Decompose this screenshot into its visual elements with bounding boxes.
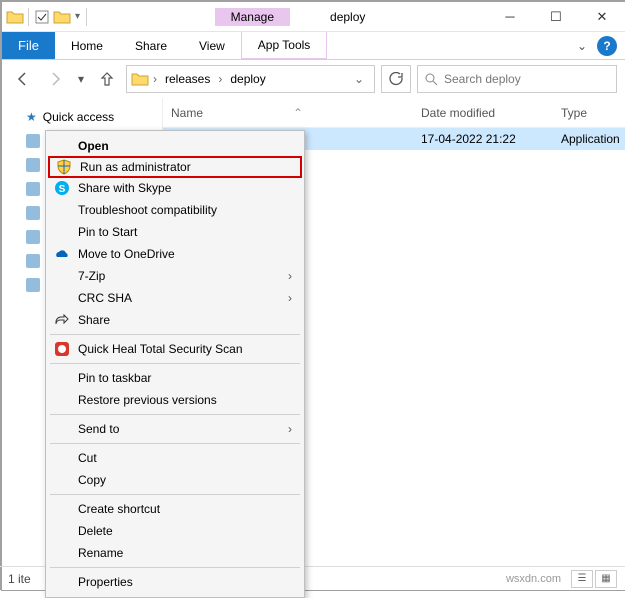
menu-run-as-admin[interactable]: Run as administrator: [48, 156, 302, 178]
menu-pin-start[interactable]: Pin to Start: [48, 221, 302, 243]
window-title: deploy: [330, 10, 365, 24]
menu-troubleshoot[interactable]: Troubleshoot compatibility: [48, 199, 302, 221]
share-icon: [54, 312, 70, 328]
menu-rename[interactable]: Rename: [48, 542, 302, 564]
sidebar-item-label: Quick access: [43, 110, 114, 124]
share-tab[interactable]: Share: [119, 32, 183, 59]
folder-icon: [131, 70, 149, 88]
menu-open[interactable]: Open: [48, 135, 302, 157]
chevron-right-icon[interactable]: ›: [216, 72, 224, 86]
submenu-arrow-icon: ›: [288, 269, 292, 283]
drive-icon: [26, 278, 40, 292]
menu-move-onedrive[interactable]: Move to OneDrive: [48, 243, 302, 265]
status-item-count: 1 ite: [8, 572, 31, 586]
menu-share[interactable]: Share: [48, 309, 302, 331]
collapse-ribbon-icon[interactable]: ⌄: [571, 32, 593, 59]
details-view-button[interactable]: ☰: [571, 570, 593, 588]
minimize-button[interactable]: ─: [487, 2, 533, 31]
forward-button[interactable]: [42, 66, 68, 92]
column-type[interactable]: Type: [561, 106, 587, 120]
menu-quickheal[interactable]: Quick Heal Total Security Scan: [48, 338, 302, 360]
column-date[interactable]: Date modified: [421, 106, 561, 120]
menu-7zip[interactable]: 7-Zip›: [48, 265, 302, 287]
quick-access-toolbar: ▾: [2, 2, 93, 31]
onedrive-icon: [54, 246, 70, 262]
drive-icon: [26, 182, 40, 196]
help-button[interactable]: ?: [597, 36, 617, 56]
menu-copy[interactable]: Copy: [48, 469, 302, 491]
view-tab[interactable]: View: [183, 32, 241, 59]
search-box[interactable]: Search deploy: [417, 65, 617, 93]
title-bar: ▾ Manage deploy ─ ☐ ✕: [2, 2, 625, 32]
maximize-button[interactable]: ☐: [533, 2, 579, 31]
shield-icon: [56, 159, 72, 175]
skype-icon: S: [54, 180, 70, 196]
separator: [86, 8, 87, 26]
folder-icon: [53, 8, 71, 26]
breadcrumb-item[interactable]: releases: [161, 72, 214, 86]
quickheal-icon: [54, 341, 70, 357]
menu-crc-sha[interactable]: CRC SHA›: [48, 287, 302, 309]
address-bar[interactable]: › releases › deploy ⌄: [126, 65, 375, 93]
drive-icon: [26, 230, 40, 244]
address-dropdown-icon[interactable]: ⌄: [348, 72, 370, 86]
qat-dropdown-icon[interactable]: ▾: [73, 11, 82, 22]
ribbon-tabs: File Home Share View App Tools ⌄ ?: [2, 32, 625, 60]
file-type-cell: Application: [561, 132, 620, 146]
recent-locations-button[interactable]: ▾: [74, 66, 88, 92]
title-center: Manage deploy: [93, 2, 487, 31]
column-name[interactable]: Name⌃: [171, 106, 421, 120]
menu-share-skype[interactable]: S Share with Skype: [48, 177, 302, 199]
file-tab[interactable]: File: [2, 32, 55, 59]
submenu-arrow-icon: ›: [288, 422, 292, 436]
menu-create-shortcut[interactable]: Create shortcut: [48, 498, 302, 520]
drive-icon: [26, 158, 40, 172]
drive-icon: [26, 134, 40, 148]
search-placeholder: Search deploy: [444, 72, 521, 86]
context-menu: Open Run as administrator S Share with S…: [45, 130, 305, 598]
menu-pin-taskbar[interactable]: Pin to taskbar: [48, 367, 302, 389]
back-button[interactable]: [10, 66, 36, 92]
submenu-arrow-icon: ›: [288, 291, 292, 305]
app-tools-tab[interactable]: App Tools: [241, 32, 327, 59]
menu-send-to[interactable]: Send to›: [48, 418, 302, 440]
file-date-cell: 17-04-2022 21:22: [421, 132, 561, 146]
up-button[interactable]: [94, 66, 120, 92]
thumbnails-view-button[interactable]: ▦: [595, 570, 617, 588]
sidebar-quick-access[interactable]: ★ Quick access: [8, 108, 156, 126]
breadcrumb-item[interactable]: deploy: [226, 72, 269, 86]
drive-icon: [26, 254, 40, 268]
folder-icon: [33, 8, 51, 26]
search-icon: [424, 72, 438, 86]
separator: [28, 8, 29, 26]
svg-text:S: S: [59, 184, 66, 195]
refresh-button[interactable]: [381, 65, 411, 93]
close-button[interactable]: ✕: [579, 2, 625, 31]
drive-icon: [26, 206, 40, 220]
watermark: wsxdn.com: [506, 573, 561, 585]
menu-restore-versions[interactable]: Restore previous versions: [48, 389, 302, 411]
nav-row: ▾ › releases › deploy ⌄ Search deploy: [2, 60, 625, 98]
chevron-right-icon[interactable]: ›: [151, 72, 159, 86]
home-tab[interactable]: Home: [55, 32, 119, 59]
folder-icon: [6, 8, 24, 26]
window-controls: ─ ☐ ✕: [487, 2, 625, 31]
menu-cut[interactable]: Cut: [48, 447, 302, 469]
column-headers: Name⌃ Date modified Type: [163, 98, 625, 128]
star-icon: ★: [26, 110, 37, 124]
menu-delete[interactable]: Delete: [48, 520, 302, 542]
contextual-tab-label: Manage: [215, 8, 290, 26]
